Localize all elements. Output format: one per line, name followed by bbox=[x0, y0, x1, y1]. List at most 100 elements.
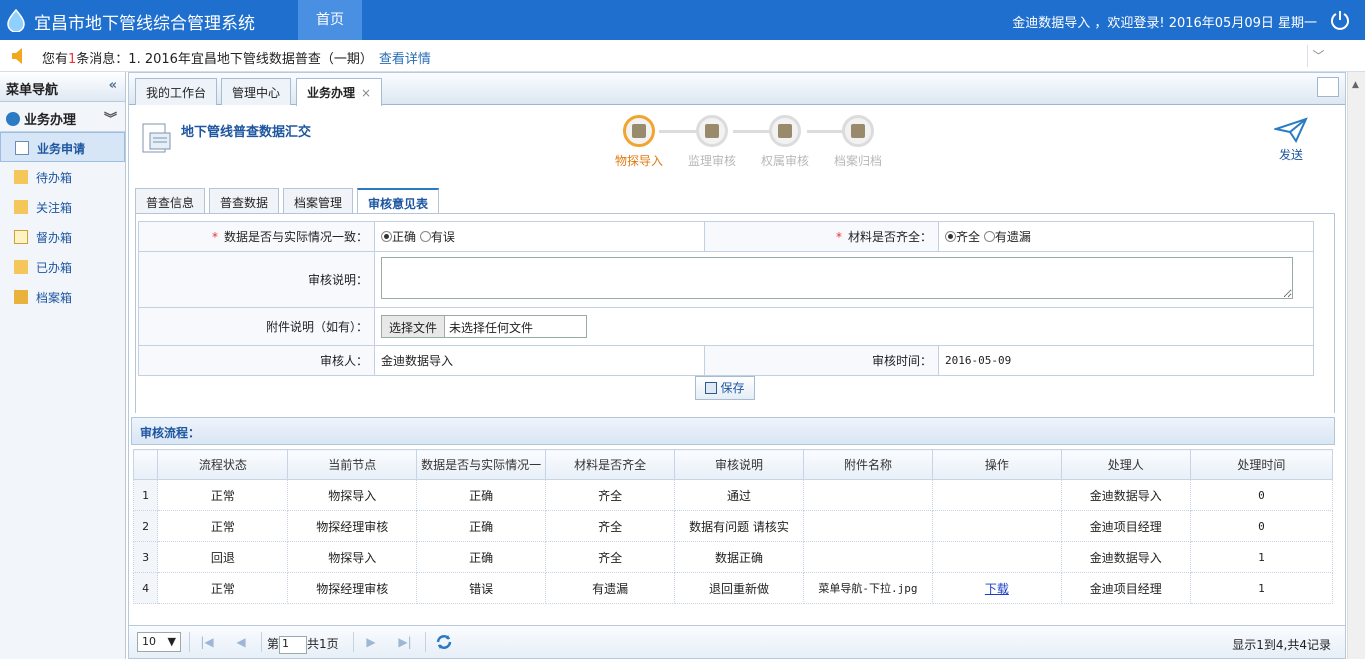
file-input[interactable]: 选择文件 未选择任何文件 bbox=[381, 315, 587, 338]
page-number-input[interactable]: 1 bbox=[279, 635, 308, 654]
sidebar-header: 菜单导航 « bbox=[0, 72, 125, 102]
cell-remark: 数据有问题 请核实 bbox=[674, 510, 804, 542]
table-row[interactable]: 2 正常 物探经理审核 正确 齐全 数据有问题 请核实 金迪项目经理 0 bbox=[132, 510, 1334, 542]
cell-op bbox=[931, 479, 1062, 511]
col-header[interactable]: 审核说明 bbox=[674, 449, 804, 480]
radio-missing[interactable] bbox=[983, 231, 995, 242]
subtab-survey-data[interactable]: 普查数据 bbox=[209, 188, 280, 214]
form-row: 审核人： 金迪数据导入 审核时间： 2016-05-09 bbox=[138, 345, 1314, 376]
col-header[interactable]: 当前节点 bbox=[287, 449, 418, 480]
table-row[interactable]: 3 回退 物探导入 正确 齐全 数据正确 金迪数据导入 1 bbox=[132, 541, 1334, 573]
cell-remark: 退回重新做 bbox=[674, 572, 804, 604]
send-button[interactable]: 发送 bbox=[1269, 117, 1313, 163]
flow-section-title: 审核流程： bbox=[131, 417, 1335, 445]
fullscreen-icon[interactable] bbox=[1317, 77, 1339, 97]
tab-management[interactable]: 管理中心 bbox=[221, 78, 292, 105]
col-header[interactable]: 流程状态 bbox=[157, 449, 289, 480]
choose-file-button[interactable]: 选择文件 bbox=[382, 316, 446, 337]
download-link[interactable]: 下载 bbox=[985, 582, 1009, 596]
col-header[interactable]: 数据是否与实际情况一 bbox=[416, 449, 547, 480]
prev-page-icon[interactable]: ◀ bbox=[227, 630, 255, 654]
col-index bbox=[132, 449, 159, 480]
subtab-survey-info[interactable]: 普查信息 bbox=[135, 188, 206, 214]
table-row[interactable]: 1 正常 物探导入 正确 齐全 通过 金迪数据导入 0 bbox=[132, 479, 1334, 511]
pagination-bar: 10 ▼ |◀ ◀ 第 1 共1页 ▶ ▶| 显示1到4,共4记录 bbox=[129, 625, 1345, 658]
sidebar-item-follow[interactable]: 关注箱 bbox=[0, 192, 125, 222]
view-details-link[interactable]: 查看详情 bbox=[379, 52, 431, 67]
radio-wrong[interactable] bbox=[419, 231, 431, 242]
refresh-icon[interactable] bbox=[431, 630, 457, 654]
required-mark: * bbox=[835, 230, 842, 244]
step-label: 档案归档 bbox=[833, 154, 882, 168]
subtab-archive[interactable]: 档案管理 bbox=[283, 188, 354, 214]
review-time-value: 2016-05-09 bbox=[938, 345, 1314, 376]
radio-correct[interactable] bbox=[381, 231, 392, 242]
form-row: * 数据是否与实际情况一致： 正确 有误 * 材料是否齐全： 齐全 有遗漏 bbox=[138, 221, 1314, 252]
cell-status: 正常 bbox=[157, 479, 289, 511]
col-header[interactable]: 操作 bbox=[931, 449, 1062, 480]
power-icon[interactable] bbox=[1329, 9, 1351, 31]
subtab-review[interactable]: 审核意见表 bbox=[357, 188, 440, 214]
cell-status: 回退 bbox=[157, 541, 289, 573]
tab-business[interactable]: 业务办理 × bbox=[296, 78, 383, 106]
sidebar-item-todo[interactable]: 待办箱 bbox=[0, 162, 125, 192]
radio-label: 齐全 bbox=[956, 230, 981, 244]
step-archive: 档案归档 bbox=[823, 115, 893, 169]
sidebar-item-label: 档案箱 bbox=[36, 291, 73, 305]
message-prefix: 您有 bbox=[42, 52, 69, 67]
reviewer-value: 金迪数据导入 bbox=[374, 345, 705, 376]
cell-time: 1 bbox=[1189, 572, 1334, 604]
chevron-down-icon[interactable]: ︾ bbox=[104, 108, 117, 127]
chevron-down-icon[interactable]: ﹀ bbox=[1307, 45, 1329, 67]
logo-icon bbox=[7, 8, 25, 32]
col-header[interactable]: 处理人 bbox=[1060, 449, 1191, 480]
scrollbar[interactable]: ▲ bbox=[1347, 72, 1365, 659]
app-title: 宜昌市地下管线综合管理系统 bbox=[34, 14, 255, 34]
attach-cell: 选择文件 未选择任何文件 bbox=[374, 307, 1314, 346]
main-panel: 我的工作台 管理中心 业务办理 × 地下管线普查数据汇交 物探导入 监理审核 权属… bbox=[128, 72, 1346, 659]
send-label: 发送 bbox=[1278, 148, 1303, 162]
step-label: 权属审核 bbox=[760, 154, 809, 168]
sidebar-section[interactable]: 业务办理 ︾ bbox=[0, 102, 125, 132]
sidebar-item-supervise[interactable]: 督办箱 bbox=[0, 222, 125, 252]
save-button[interactable]: 保存 bbox=[695, 376, 755, 400]
q1-options: 正确 有误 bbox=[374, 221, 705, 252]
table-row[interactable]: 4 正常 物探经理审核 错误 有遗漏 退回重新做 菜单导航-下拉.jpg 下载 … bbox=[132, 572, 1334, 604]
cell-data-ok: 错误 bbox=[416, 572, 547, 604]
last-page-icon[interactable]: ▶| bbox=[391, 630, 419, 654]
q2-label-cell: * 材料是否齐全： bbox=[704, 221, 939, 252]
page-prefix: 第 bbox=[267, 637, 280, 651]
radio-label: 正确 bbox=[392, 230, 417, 244]
scroll-up-icon[interactable]: ▲ bbox=[1352, 80, 1359, 90]
close-icon[interactable]: × bbox=[361, 86, 371, 100]
cell-handler: 金迪数据导入 bbox=[1060, 541, 1191, 573]
cell-time: 0 bbox=[1189, 479, 1334, 511]
col-header[interactable]: 材料是否齐全 bbox=[545, 449, 676, 480]
col-header[interactable]: 处理时间 bbox=[1189, 449, 1334, 480]
next-page-icon[interactable]: ▶ bbox=[357, 630, 385, 654]
page-size-select[interactable]: 10 ▼ bbox=[137, 632, 181, 652]
radio-label: 有误 bbox=[430, 230, 455, 244]
radio-complete[interactable] bbox=[945, 231, 956, 242]
sidebar-item-apply[interactable]: 业务申请 bbox=[0, 132, 125, 162]
first-page-icon[interactable]: |◀ bbox=[193, 630, 221, 654]
tab-label: 管理中心 bbox=[232, 86, 281, 100]
sidebar-item-done[interactable]: 已办箱 bbox=[0, 252, 125, 282]
reviewer-label: 审核人： bbox=[138, 345, 375, 376]
cell-handler: 金迪项目经理 bbox=[1060, 510, 1191, 542]
dropdown-arrow-icon: ▼ bbox=[167, 635, 176, 648]
sidebar-item-label: 已办箱 bbox=[36, 261, 73, 275]
nav-home[interactable]: 首页 bbox=[298, 0, 362, 40]
remark-textarea[interactable] bbox=[381, 257, 1293, 299]
chart-icon bbox=[623, 115, 655, 147]
cell-time: 0 bbox=[1189, 510, 1334, 542]
collapse-left-icon[interactable]: « bbox=[109, 78, 117, 93]
flow-table: 流程状态 当前节点 数据是否与实际情况一 材料是否齐全 审核说明 附件名称 操作… bbox=[132, 449, 1334, 604]
col-header[interactable]: 附件名称 bbox=[802, 449, 933, 480]
tab-workbench[interactable]: 我的工作台 bbox=[135, 78, 218, 105]
required-mark: * bbox=[211, 230, 218, 244]
tab-bar: 我的工作台 管理中心 业务办理 × bbox=[129, 73, 1345, 106]
sidebar-item-archive[interactable]: 档案箱 bbox=[0, 282, 125, 312]
form-row: 审核说明： bbox=[138, 251, 1314, 308]
sidebar-section-label: 业务办理 bbox=[24, 113, 77, 128]
